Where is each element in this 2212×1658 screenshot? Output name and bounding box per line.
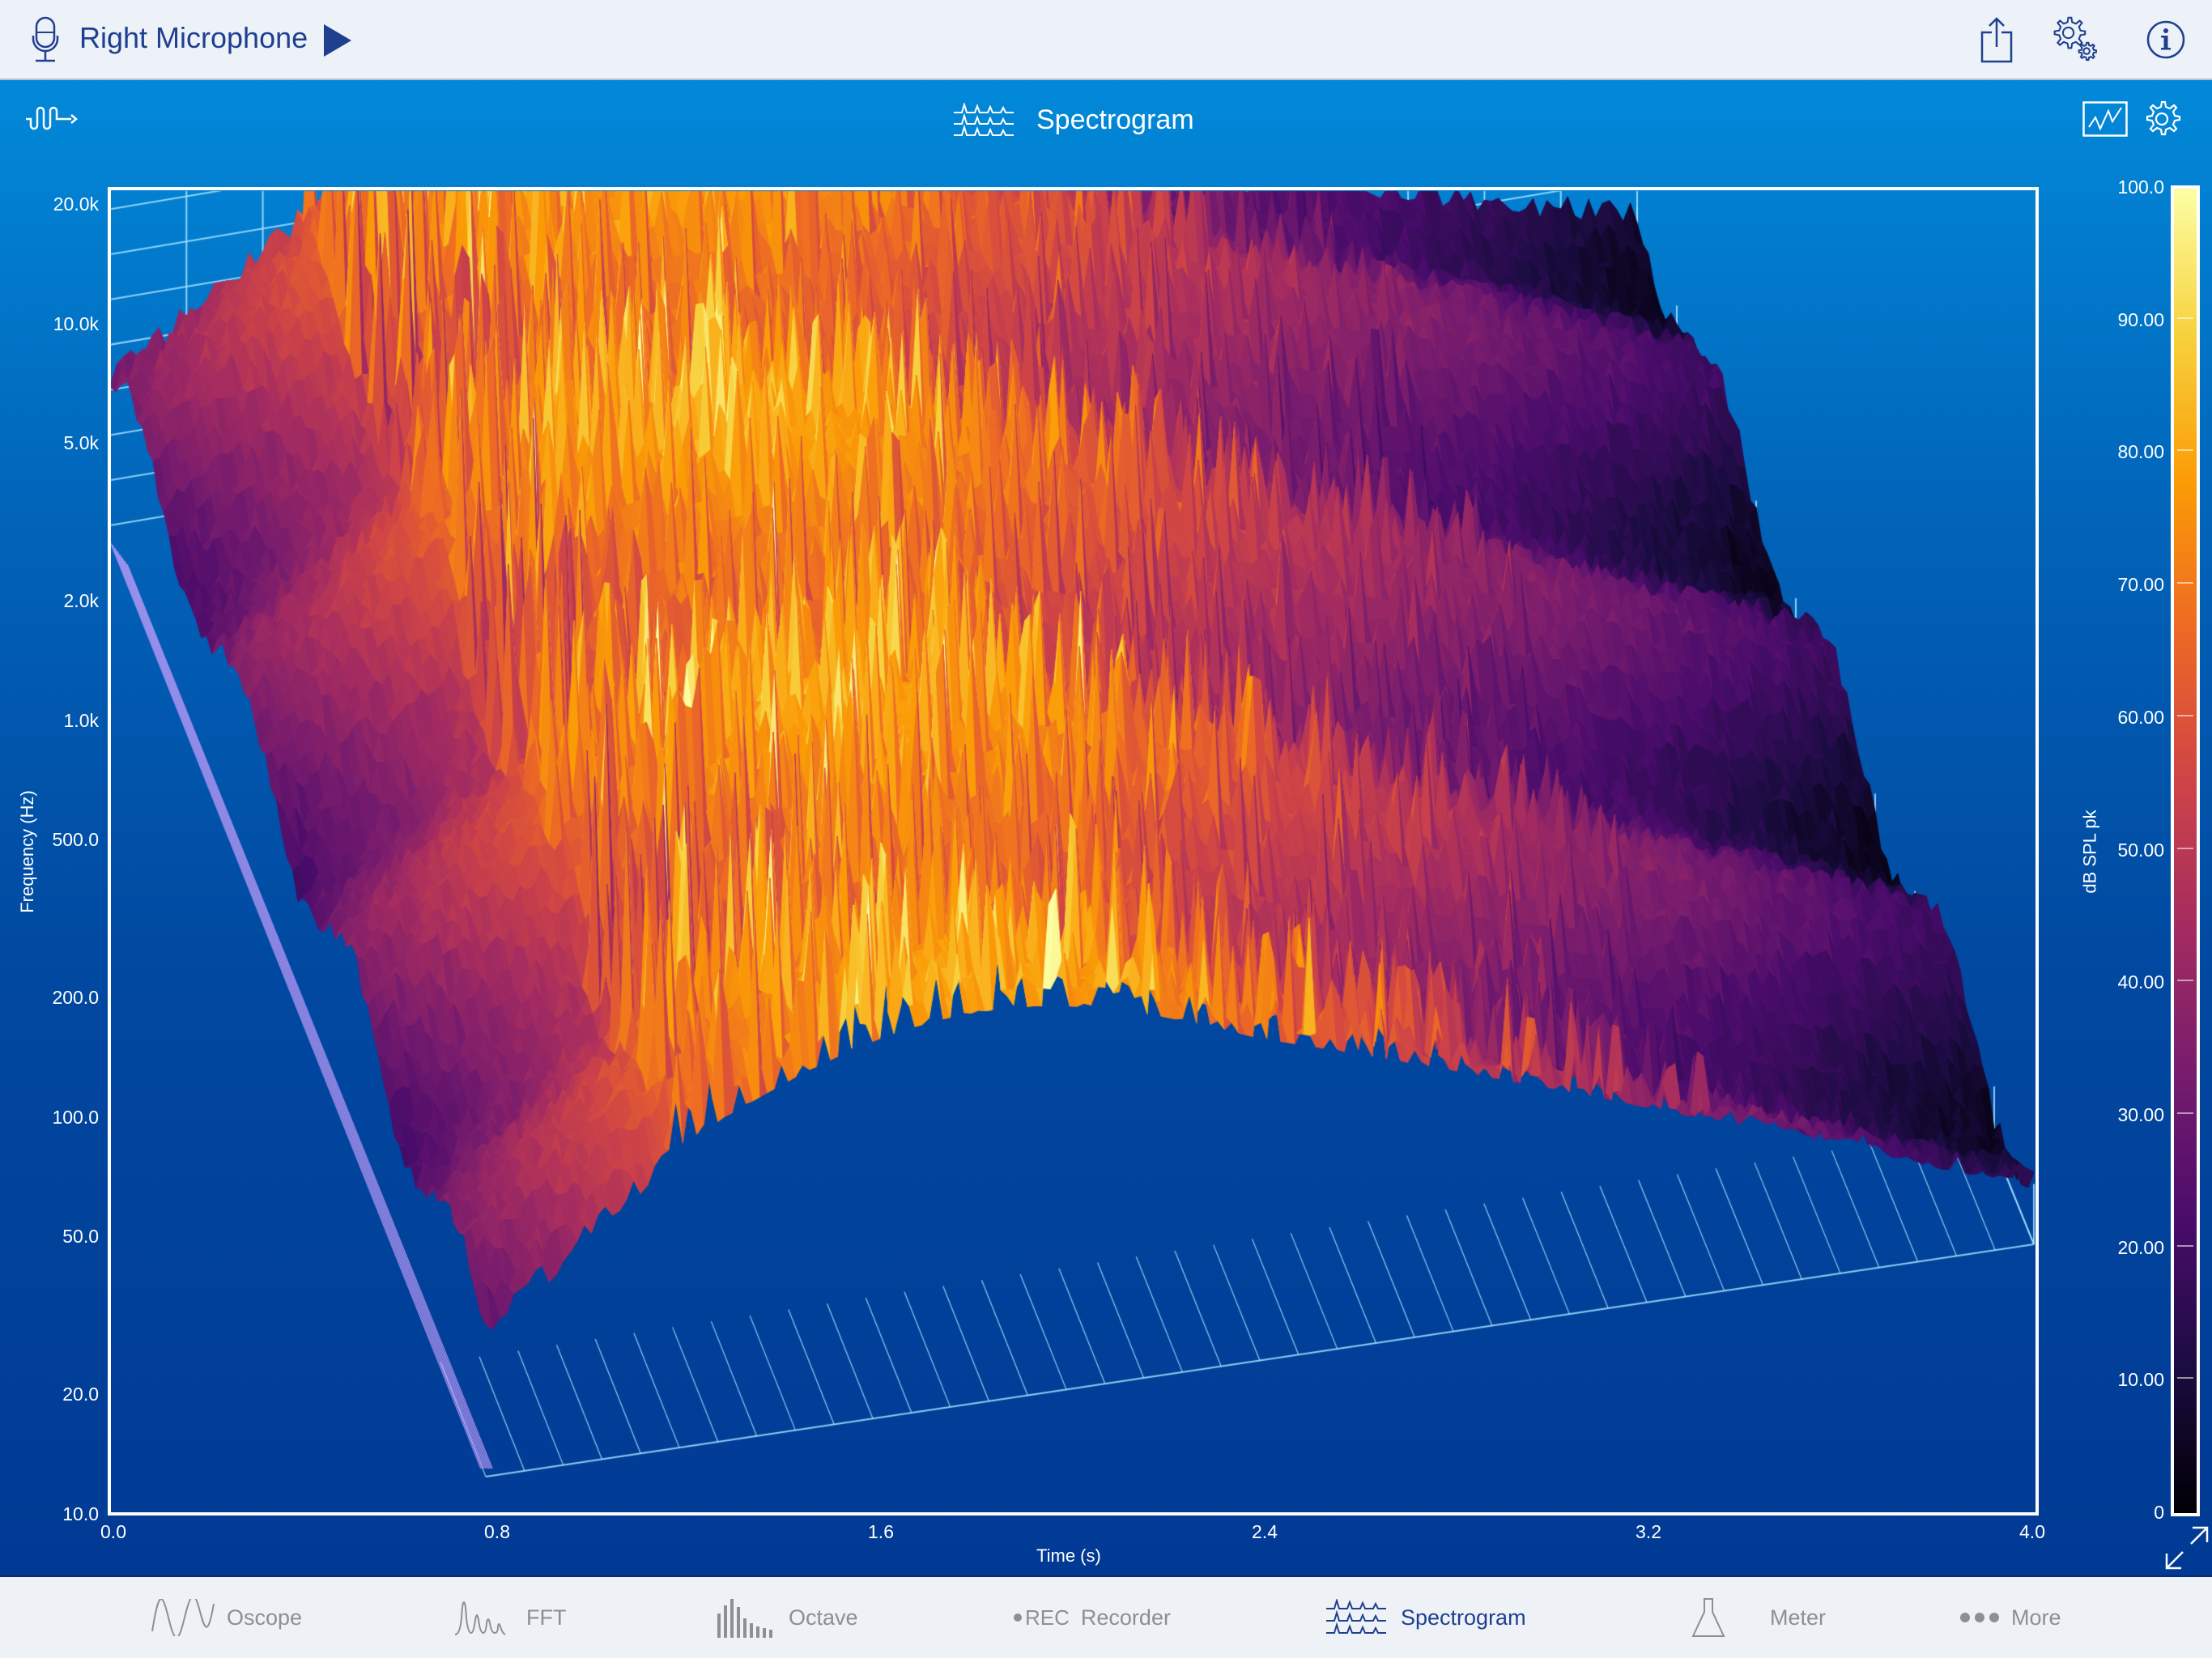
microphone-icon[interactable]: [31, 16, 60, 65]
flask-meter-icon: [1691, 1598, 1725, 1637]
tab-spectrogram[interactable]: Spectrogram: [1325, 1593, 1526, 1642]
tab-recorder[interactable]: REC Recorder: [1014, 1593, 1171, 1642]
x-tick-label: 0.0: [100, 1521, 126, 1542]
more-dots-icon: [1960, 1613, 1999, 1622]
colorbar-gridline: [2177, 449, 2193, 452]
tab-label: Meter: [1770, 1605, 1827, 1630]
tab-label: FFT: [526, 1605, 567, 1630]
top-bar: Right Microphone: [0, 0, 2212, 80]
colorbar-label: dB SPL pk: [2079, 810, 2100, 894]
colorbar-gridline: [2177, 582, 2193, 585]
expand-icon[interactable]: [2163, 1524, 2210, 1571]
x-tick-label: 2.4: [1252, 1521, 1278, 1542]
x-tick-label: 1.6: [868, 1521, 894, 1542]
x-axis-label: Time (s): [1036, 1545, 1101, 1566]
colorbar-tick-label: 80.00: [2117, 441, 2164, 463]
colorbar-tick-label: 40.00: [2117, 971, 2164, 993]
tab-label: Oscope: [227, 1605, 303, 1630]
colorbar-gridline: [2177, 317, 2193, 319]
y-tick-label: 2.0k: [63, 590, 99, 612]
y-tick-label: 10.0k: [53, 312, 99, 334]
tab-label: Spectrogram: [1401, 1605, 1526, 1630]
spectrogram-icon: [1326, 1599, 1386, 1634]
share-icon[interactable]: [1972, 15, 2023, 65]
colorbar-gridline: [2177, 1244, 2193, 1247]
y-tick-label: 50.0: [62, 1226, 99, 1248]
spectrogram-panel: Spectrogram 20.0k10.0k5.0k2.0k1.0k500.02…: [0, 80, 2212, 1575]
colorbar-tick-label: 0: [2154, 1502, 2164, 1523]
tab-more[interactable]: More: [1959, 1593, 2061, 1642]
colorbar-gridline: [2177, 1377, 2193, 1380]
colorbar: [2171, 185, 2200, 1516]
colorbar-gridline: [2177, 714, 2193, 716]
colorbar-gridline: [2177, 980, 2193, 982]
tab-label: More: [2011, 1605, 2061, 1630]
y-axis-label: Frequency (Hz): [16, 790, 37, 913]
spectrogram-3d-surface[interactable]: [0, 80, 2212, 1575]
colorbar-tick-label: 70.00: [2117, 574, 2164, 596]
y-tick-label: 5.0k: [63, 432, 99, 454]
colorbar-gridline: [2177, 847, 2193, 849]
info-icon[interactable]: [2141, 15, 2191, 65]
y-tick-label: 10.0: [62, 1503, 99, 1524]
settings-gears-icon[interactable]: [2048, 15, 2102, 65]
colorbar-tick-label: 30.00: [2117, 1103, 2164, 1125]
tab-label: Octave: [789, 1605, 858, 1630]
oscilloscope-icon: [151, 1599, 215, 1636]
tab-octave[interactable]: Octave: [716, 1593, 858, 1642]
colorbar-gridline: [2177, 1112, 2193, 1114]
colorbar-tick-label: 100.0: [2117, 176, 2164, 198]
tab-bar: Oscope FFT Octave REC Recorder Spectrogr…: [0, 1575, 2212, 1658]
colorbar-tick-label: 50.00: [2117, 839, 2164, 861]
colorbar-tick-label: 60.00: [2117, 706, 2164, 728]
rec-icon: REC: [1014, 1605, 1070, 1630]
x-tick-label: 3.2: [1636, 1521, 1661, 1542]
y-tick-label: 200.0: [52, 987, 99, 1009]
y-tick-label: 1.0k: [63, 709, 99, 731]
fft-icon: [454, 1601, 506, 1635]
tab-oscope[interactable]: Oscope: [151, 1593, 302, 1642]
x-tick-label: 0.8: [484, 1521, 510, 1542]
play-icon[interactable]: [322, 23, 355, 58]
y-tick-label: 500.0: [52, 829, 99, 851]
tab-meter[interactable]: Meter: [1691, 1593, 1826, 1642]
tab-label: Recorder: [1080, 1605, 1171, 1630]
colorbar-tick-label: 90.00: [2117, 308, 2164, 330]
tab-fft[interactable]: FFT: [453, 1593, 566, 1642]
y-tick-label: 20.0: [62, 1384, 99, 1405]
y-tick-label: 100.0: [52, 1106, 99, 1128]
y-tick-label: 20.0k: [53, 193, 99, 215]
colorbar-tick-label: 10.00: [2117, 1369, 2164, 1391]
input-source-label[interactable]: Right Microphone: [79, 21, 308, 55]
colorbar-tick-label: 20.00: [2117, 1236, 2164, 1258]
x-tick-label: 4.0: [2019, 1521, 2045, 1542]
octave-bars-icon: [717, 1599, 772, 1638]
